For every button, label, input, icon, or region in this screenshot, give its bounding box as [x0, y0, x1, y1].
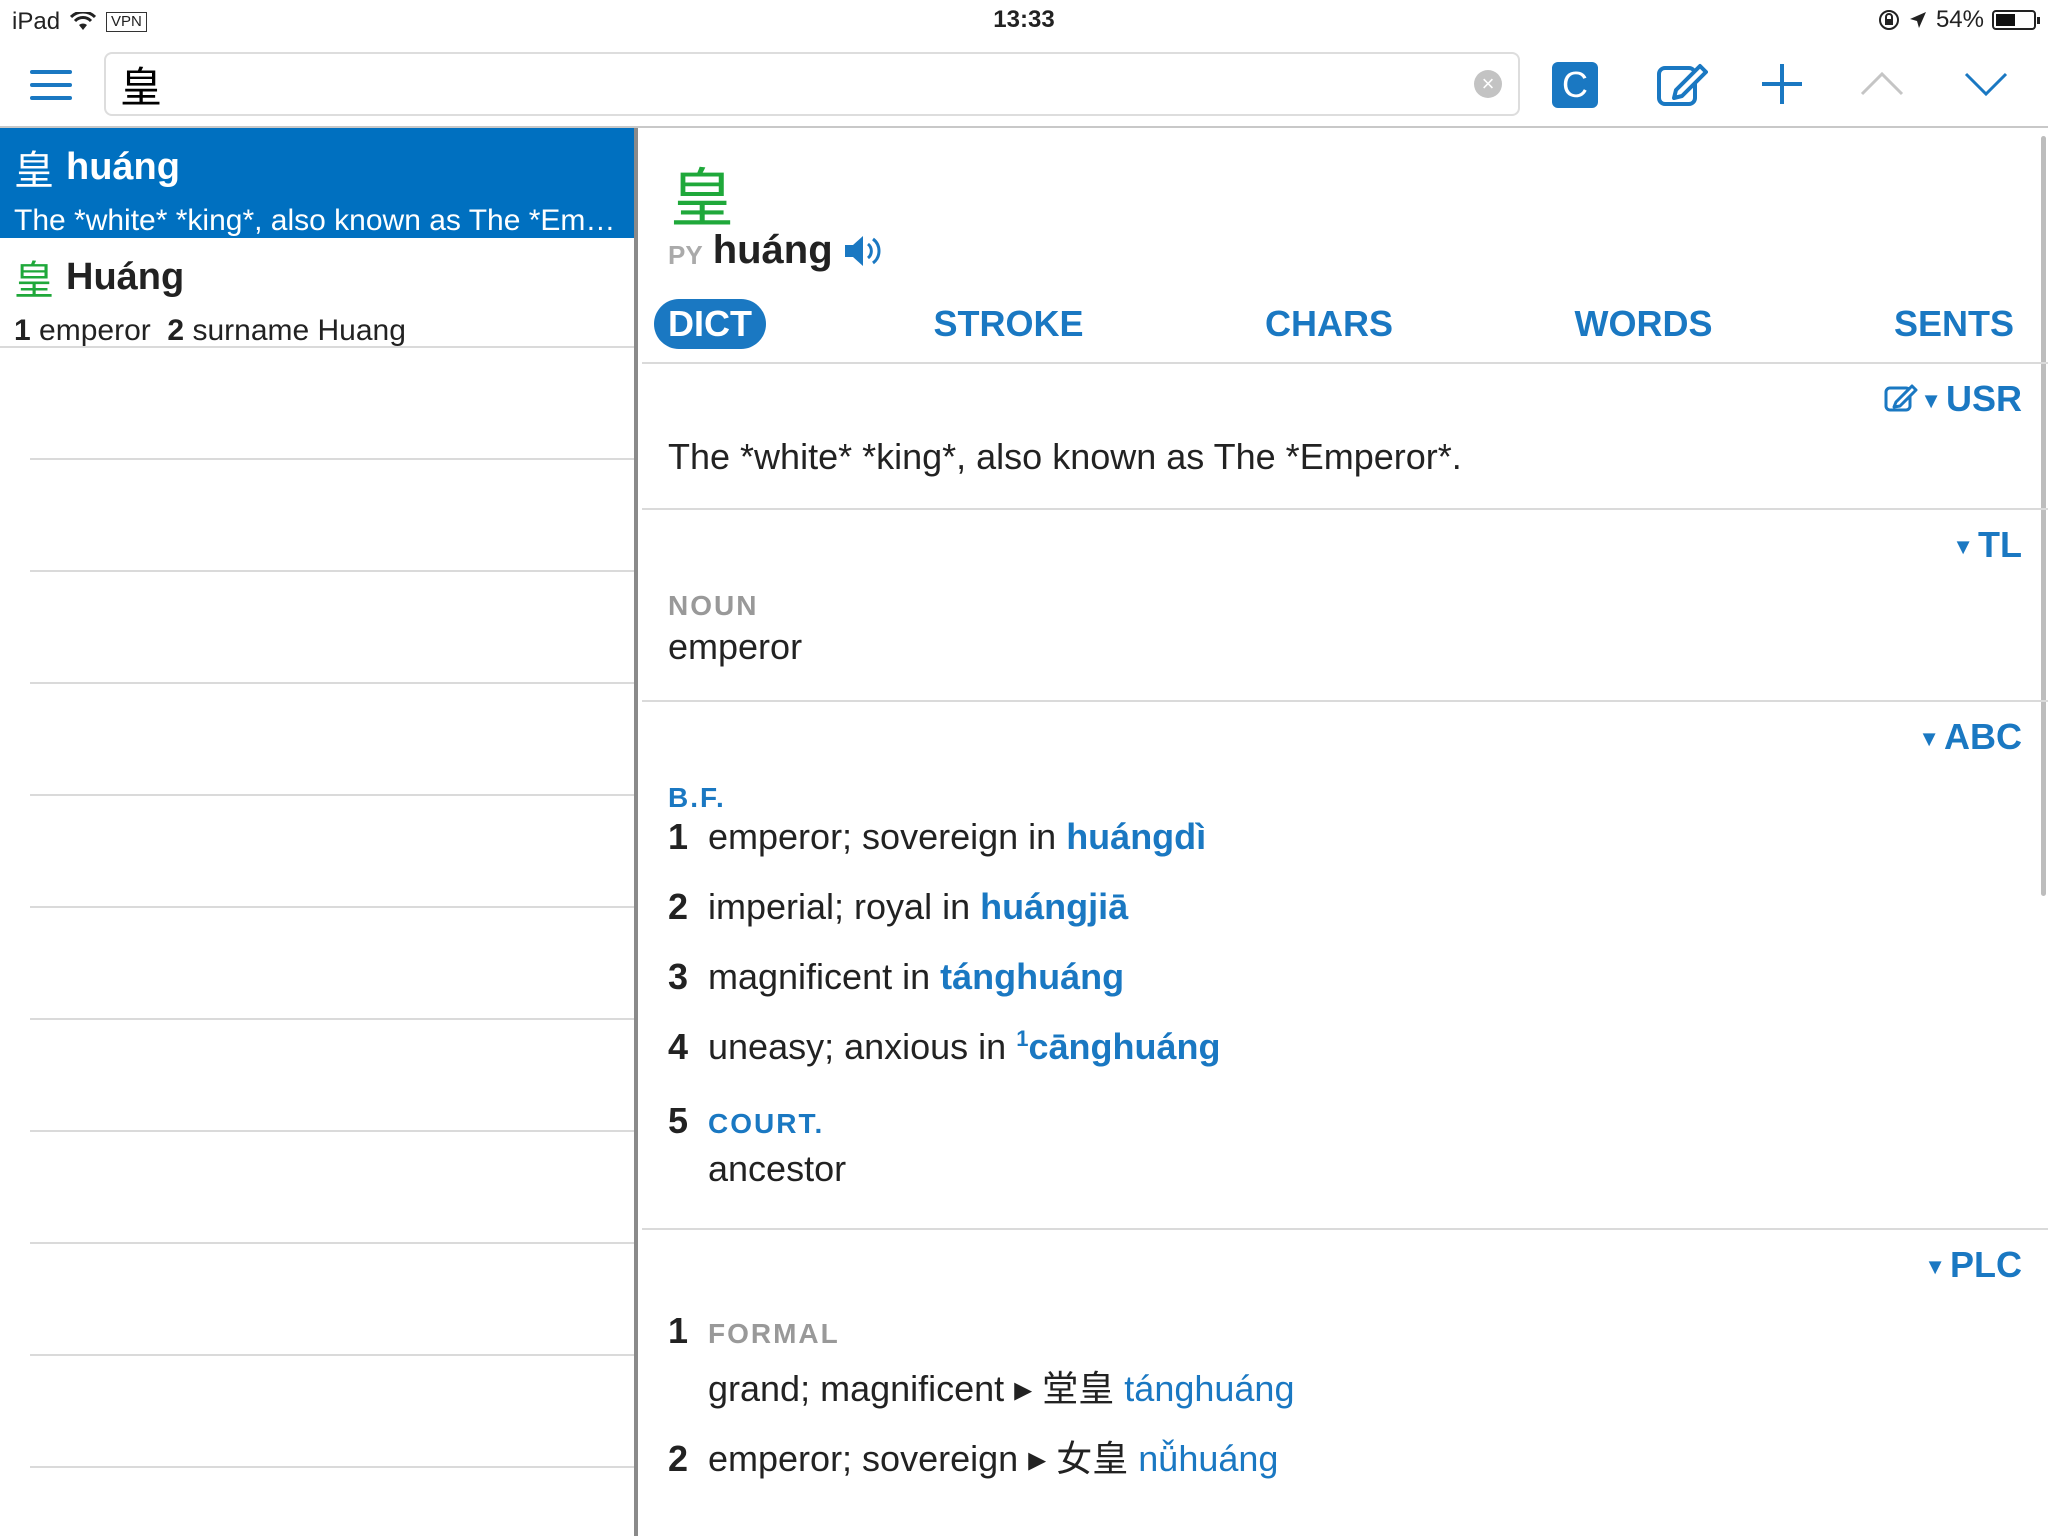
toolbar: × C: [0, 40, 2048, 128]
definition: grand; magnificent ▸ 堂皇 tánghuáng: [708, 1368, 1295, 1410]
tl-section: ▼ TL NOUN emperor: [642, 508, 2048, 702]
sense-row: 1 FORMAL: [668, 1310, 840, 1351]
empty-row: [30, 1132, 634, 1244]
tab-stroke[interactable]: STROKE: [919, 299, 1097, 349]
part-of-speech: NOUN: [668, 590, 759, 621]
previous-arrow-icon[interactable]: [1860, 60, 1904, 108]
sense-row: 2 imperial; royal in huángjiā: [668, 886, 1129, 927]
search-box: ×: [104, 52, 1520, 116]
result-definition: 1 emperor 2 surname Huang: [14, 314, 406, 347]
sense-row: 3 magnificent in tánghuáng: [668, 956, 1125, 997]
status-bar: iPad VPN 13:33 54%: [0, 0, 2048, 40]
usr-section: ▼ USR The *white* *king*, also known as T…: [642, 362, 2048, 508]
plc-toggle[interactable]: ▼ PLC: [1924, 1244, 2022, 1286]
results-list: 皇 huáng The *white* *king*, also known a…: [0, 128, 638, 1536]
add-icon[interactable]: [1760, 60, 1804, 108]
word-link[interactable]: huángdì: [1066, 816, 1206, 857]
entry-detail: 皇 PY huáng DICT STROKE CHARS WORDS SENTS…: [642, 128, 2048, 1536]
result-item[interactable]: 皇 Huáng 1 emperor 2 surname Huang: [0, 238, 634, 348]
tab-chars[interactable]: CHARS: [1251, 299, 1407, 349]
empty-row: [30, 572, 634, 684]
search-input[interactable]: [106, 54, 1446, 114]
abc-toggle[interactable]: ▼ ABC: [1918, 716, 2022, 758]
empty-row: [30, 1244, 634, 1356]
abc-section: ▼ ABC B.F. 1 emperor; sovereign in huángd…: [642, 700, 2048, 1230]
word-link[interactable]: nǚhuáng: [1138, 1438, 1278, 1479]
sense-row: 4 uneasy; anxious in 1cānghuáng: [668, 1026, 1221, 1067]
empty-row: [30, 460, 634, 572]
pinyin-label: PY: [668, 240, 703, 270]
sense-row: 2 emperor; sovereign ▸ 女皇 nǚhuáng: [668, 1438, 1279, 1480]
tab-dict[interactable]: DICT: [654, 299, 766, 349]
tl-toggle[interactable]: ▼ TL: [1952, 524, 2022, 566]
pinyin: huáng: [712, 228, 833, 272]
usr-toggle[interactable]: ▼ USR: [1920, 378, 2022, 420]
definition: ancestor: [708, 1148, 847, 1189]
word-link[interactable]: huángjiā: [980, 886, 1128, 927]
word-link[interactable]: tánghuáng: [1124, 1368, 1294, 1409]
sense-row: 1 emperor; sovereign in huángdì: [668, 816, 1207, 857]
speaker-icon[interactable]: [843, 233, 883, 269]
menu-icon[interactable]: [30, 70, 72, 100]
sense-row: 5 COURT.: [668, 1100, 825, 1141]
battery-percent: 54%: [1935, 6, 1984, 33]
empty-row: [30, 1020, 634, 1132]
next-arrow-icon[interactable]: [1964, 60, 2008, 108]
result-item[interactable]: 皇 huáng The *white* *king*, also known a…: [0, 128, 634, 238]
empty-row: [30, 1356, 634, 1468]
user-note: The *white* *king*, also known as The *E…: [668, 436, 1462, 477]
clock: 13:33: [993, 6, 1055, 33]
part-of-speech: B.F.: [668, 782, 726, 813]
word-link[interactable]: cānghuáng: [1028, 1026, 1220, 1067]
edit-note-icon[interactable]: [1884, 382, 1918, 412]
empty-row: [30, 684, 634, 796]
tab-words[interactable]: WORDS: [1560, 299, 1726, 349]
edit-icon[interactable]: [1656, 60, 1708, 108]
word-link[interactable]: tánghuáng: [940, 956, 1124, 997]
definition: emperor: [668, 626, 803, 667]
location-arrow-icon: [1909, 12, 1926, 28]
result-hanzi: 皇: [14, 258, 54, 304]
empty-row: [30, 908, 634, 1020]
rotation-lock-icon: [1878, 10, 1899, 30]
result-pinyin: Huáng: [66, 255, 185, 298]
tab-sents[interactable]: SENTS: [1880, 299, 2028, 349]
battery-icon: [1992, 10, 2040, 30]
clear-search-button[interactable]: ×: [1474, 70, 1502, 98]
empty-row: [30, 796, 634, 908]
result-hanzi: 皇: [14, 148, 54, 194]
empty-row: [30, 348, 634, 460]
tab-bar: DICT STROKE CHARS WORDS SENTS: [654, 296, 2028, 352]
clipboard-c-button[interactable]: C: [1552, 62, 1598, 108]
result-pinyin: huáng: [66, 145, 180, 188]
plc-section: ▼ PLC 1 FORMAL grand; magnificent ▸ 堂皇 tá…: [642, 1228, 2048, 1536]
result-definition: The *white* *king*, also known as The *E…: [14, 204, 616, 237]
headword: 皇: [670, 163, 734, 237]
